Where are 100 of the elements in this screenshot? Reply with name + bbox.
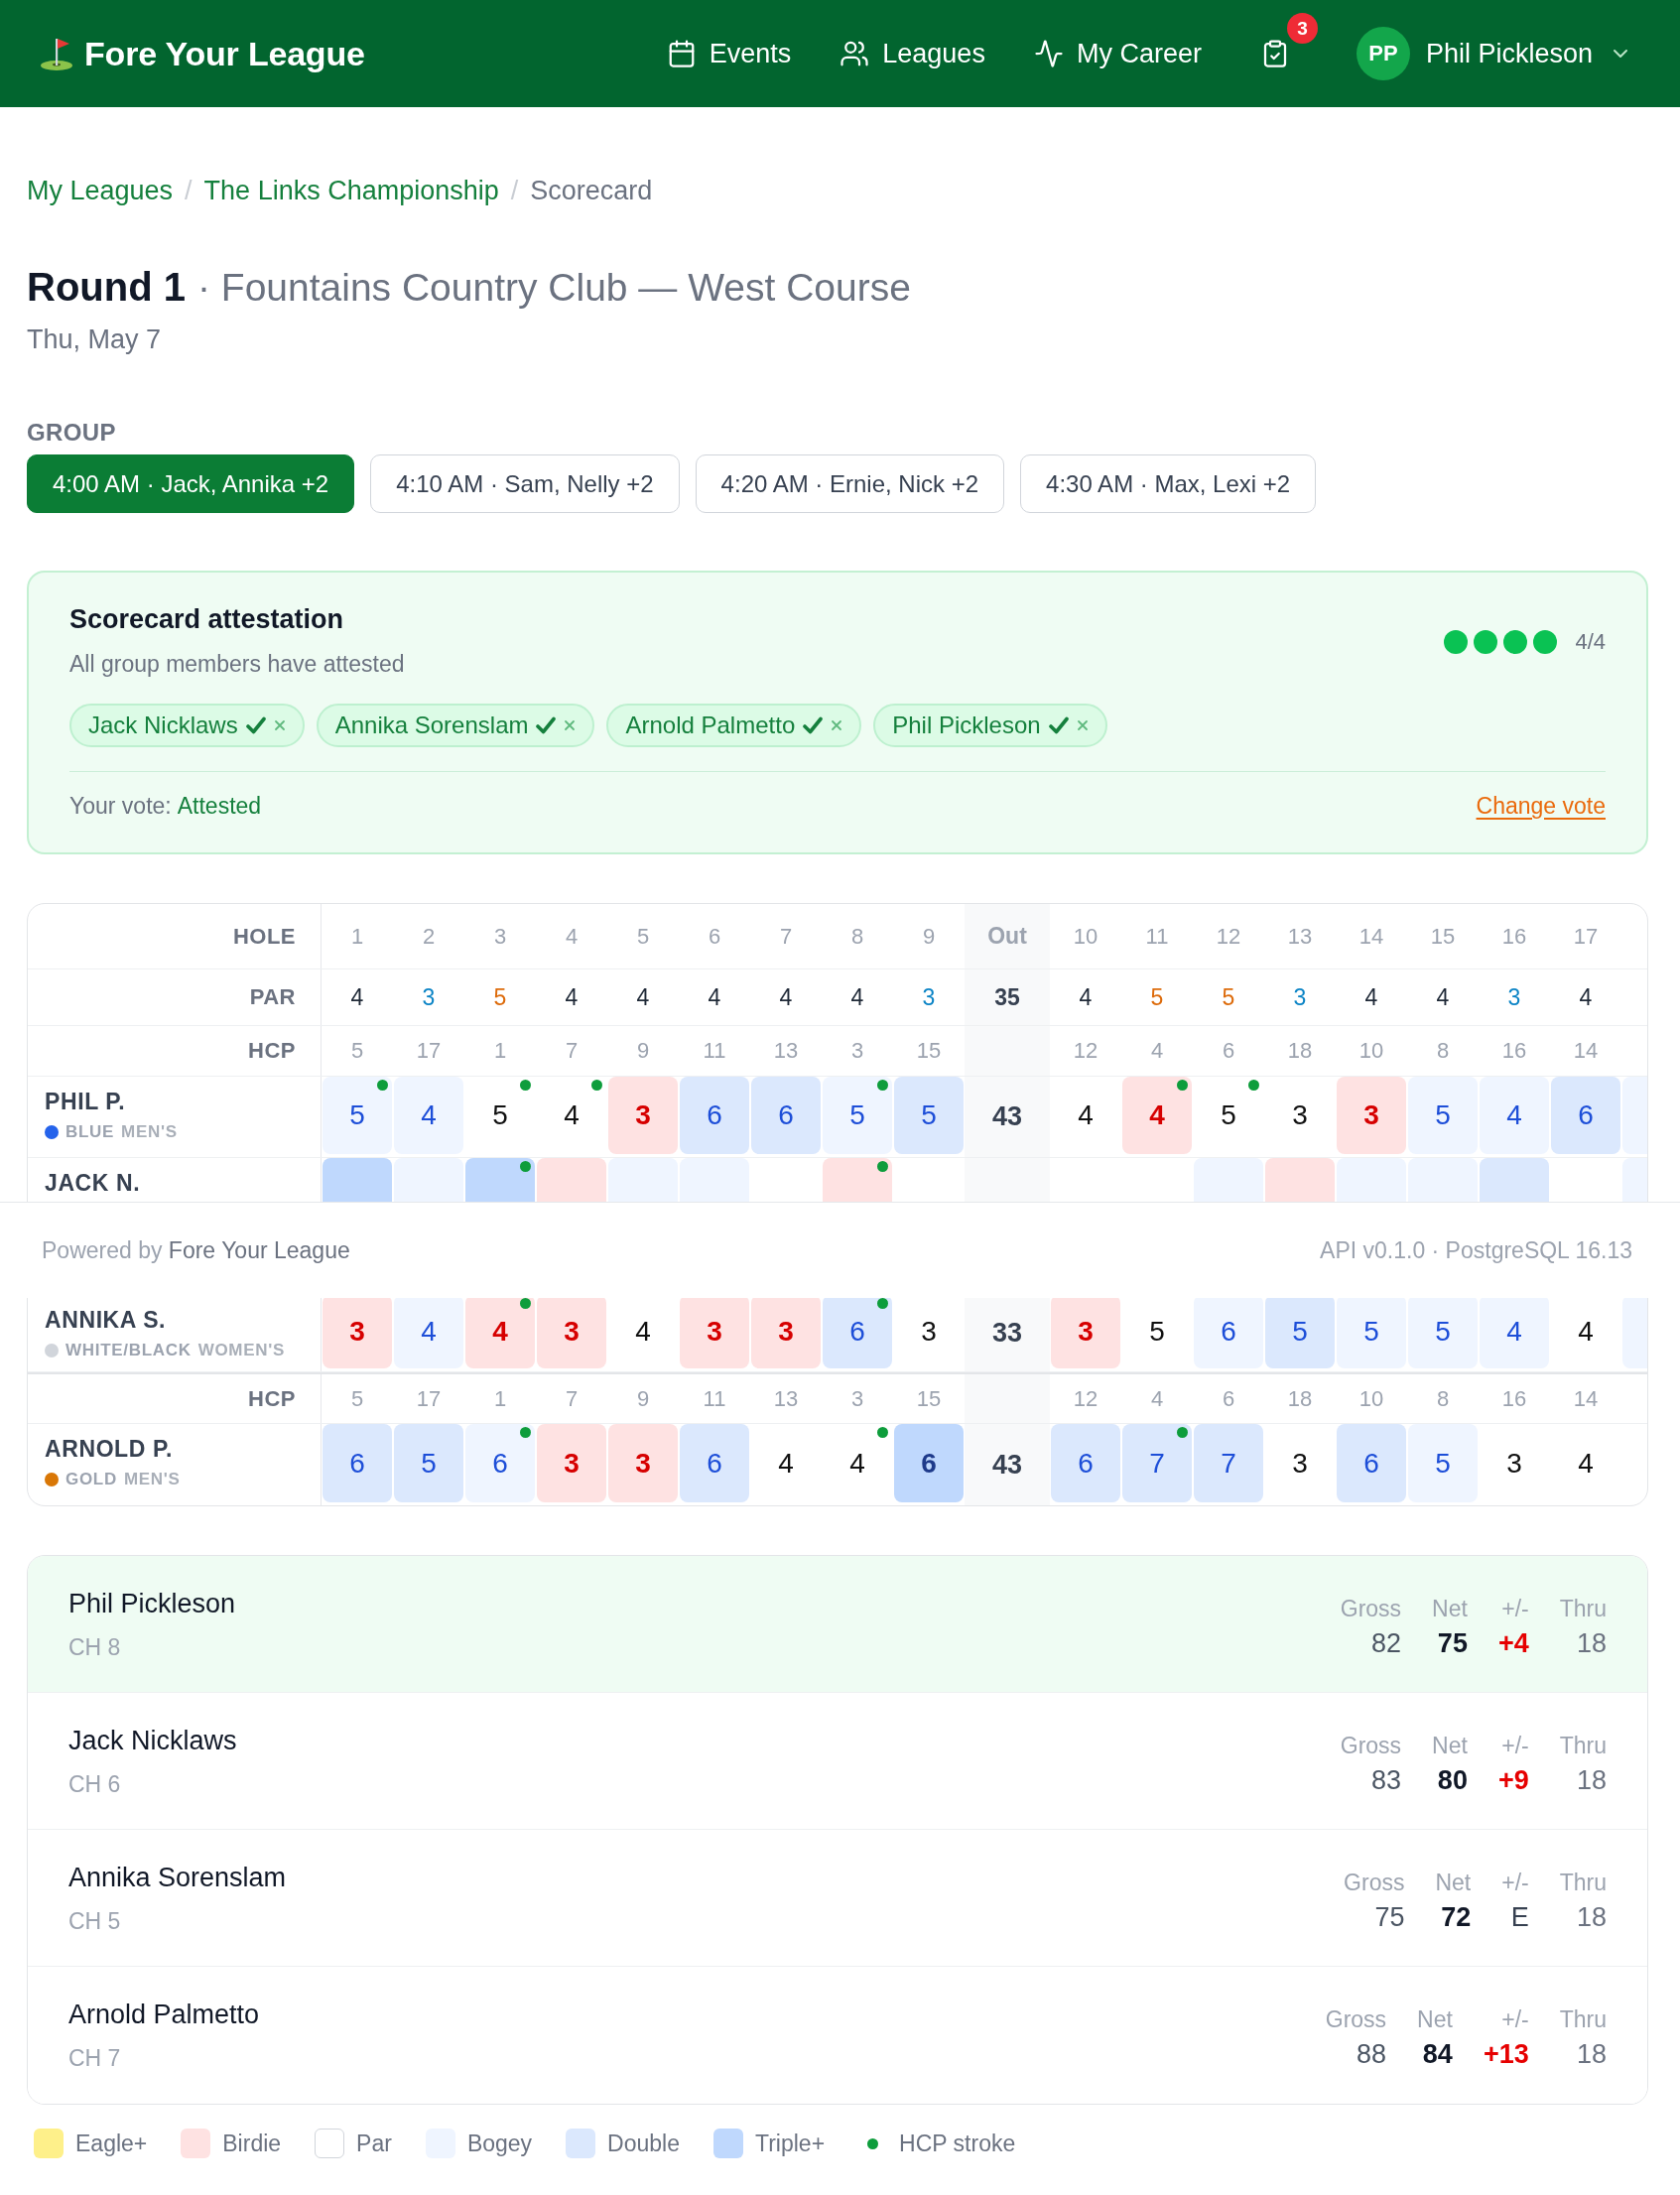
- hole-number: 3: [493, 923, 507, 950]
- score-value: 7: [1221, 1447, 1236, 1480]
- hole-number: 4: [565, 923, 579, 950]
- row-header: HCP: [248, 1385, 296, 1412]
- remove-icon[interactable]: [831, 719, 843, 731]
- remove-icon[interactable]: [564, 719, 577, 731]
- stat-value: +13: [1483, 2039, 1529, 2069]
- round-title: Round 1: [27, 264, 186, 311]
- score-value: 3: [635, 1099, 651, 1131]
- hole-number: 6: [708, 923, 721, 950]
- score-value: 3: [564, 1316, 580, 1348]
- score-value: 5: [492, 1099, 508, 1131]
- row-header: PAR: [249, 984, 296, 1010]
- tee-gender: MEN'S: [121, 1122, 178, 1142]
- stat-value: 75: [1437, 1627, 1468, 1658]
- hole-number: 1: [350, 923, 364, 950]
- nav-link[interactable]: My Career: [1033, 38, 1202, 69]
- legend-label: Par: [356, 2130, 392, 2157]
- score-value: 4: [1578, 1316, 1594, 1348]
- legend-label: Double: [607, 2130, 680, 2157]
- hcp-value: 7: [565, 1385, 579, 1412]
- score-value: 6: [707, 1447, 722, 1480]
- hcp-value: 13: [773, 1038, 799, 1064]
- par-value: 4: [1579, 983, 1593, 1011]
- total-cell: 43: [965, 1424, 1050, 1505]
- player-summary-row[interactable]: Phil Pickleson CH 8 Gross 82 Net 75 +/- +4 Thru 18: [28, 1556, 1647, 1693]
- player-name: PHIL P.: [45, 1089, 126, 1114]
- nav-link[interactable]: Events: [666, 38, 792, 69]
- breadcrumb-separator: /: [185, 175, 193, 207]
- score-value: 3: [1292, 1099, 1308, 1131]
- stat-value: 18: [1576, 2039, 1607, 2069]
- hole-number: 7: [779, 923, 793, 950]
- stat-value: 18: [1576, 1764, 1607, 1795]
- stat-value: E: [1510, 1901, 1529, 1932]
- hcp-value: 10: [1358, 1385, 1384, 1412]
- stat-value: +9: [1497, 1764, 1529, 1795]
- stat-value: 18: [1576, 1901, 1607, 1932]
- row-header: HCP: [248, 1038, 296, 1064]
- score-value: 4: [1078, 1099, 1094, 1131]
- player-full-name: Phil Pickleson: [68, 1587, 236, 1619]
- score-value: 3: [349, 1316, 365, 1348]
- hole-number: 5: [636, 923, 650, 950]
- stat-value: 80: [1437, 1764, 1468, 1795]
- score-value: 7: [1149, 1447, 1165, 1480]
- hcp-value: 5: [350, 1038, 364, 1064]
- score-value: 5: [421, 1447, 437, 1480]
- breadcrumb-current[interactable]: Scorecard: [530, 174, 653, 207]
- tee-name: BLUE: [65, 1122, 115, 1142]
- score-value: 6: [707, 1099, 722, 1131]
- stat-label: Thru: [1559, 1868, 1607, 1896]
- stat-label: +/-: [1501, 2005, 1529, 2033]
- par-value: 3: [922, 983, 936, 1011]
- hcp-value: 9: [636, 1385, 650, 1412]
- user-menu-button[interactable]: PP Phil Pickleson: [1356, 27, 1632, 80]
- score-value: 3: [1292, 1447, 1308, 1480]
- par-value: 4: [779, 983, 793, 1011]
- member-name: Jack Nicklaws: [88, 711, 238, 739]
- score-value: 5: [1435, 1099, 1451, 1131]
- attestation-count: 4/4: [1575, 628, 1606, 655]
- hcp-value: 12: [1073, 1385, 1098, 1412]
- group-tab[interactable]: 4:00 AM · Jack, Annika +2: [27, 454, 355, 513]
- score-value: 3: [707, 1316, 722, 1348]
- breadcrumb-link[interactable]: My Leagues: [27, 174, 174, 207]
- group-tab[interactable]: 4:10 AM · Sam, Nelly +2: [370, 454, 680, 513]
- hcp-value: 9: [636, 1038, 650, 1064]
- score-value: 5: [1435, 1316, 1451, 1348]
- par-value: 4: [708, 983, 721, 1011]
- remove-icon[interactable]: [273, 719, 286, 731]
- stat-value: 72: [1441, 1901, 1472, 1932]
- hcp-value: 7: [565, 1038, 579, 1064]
- score-value: 3: [1363, 1099, 1379, 1131]
- player-name: JACK N.: [45, 1170, 141, 1196]
- score-value: 6: [492, 1447, 508, 1480]
- stat-label: Net: [1432, 1594, 1468, 1622]
- tee-name: WHITE/BLACK: [65, 1341, 192, 1360]
- hole-number: 13: [1287, 923, 1313, 950]
- home-link[interactable]: Fore Your League: [40, 34, 365, 73]
- score-value: 6: [1221, 1316, 1236, 1348]
- legend-label: Birdie: [222, 2130, 282, 2157]
- breadcrumb-link[interactable]: The Links Championship: [203, 174, 499, 207]
- group-tab[interactable]: 4:30 AM · Max, Lexi +2: [1020, 454, 1317, 513]
- hole-number: 11: [1145, 923, 1169, 950]
- score-value: 4: [421, 1316, 437, 1348]
- hcp-value: 14: [1573, 1385, 1599, 1412]
- score-value: 5: [921, 1099, 937, 1131]
- hcp-value: 10: [1358, 1038, 1384, 1064]
- remove-icon[interactable]: [1076, 719, 1089, 731]
- hcp-value: 1: [493, 1038, 507, 1064]
- stat-label: Thru: [1559, 1594, 1607, 1622]
- legend-label: Bogey: [466, 2130, 533, 2157]
- group-tab[interactable]: 4:20 AM · Ernie, Nick +2: [695, 454, 1005, 513]
- score-value: 3: [564, 1447, 580, 1480]
- par-value: 3: [1507, 983, 1521, 1011]
- hcp-value: 6: [1222, 1385, 1235, 1412]
- section-label: GROUP: [27, 418, 117, 448]
- nav-link[interactable]: Leagues: [840, 38, 985, 69]
- attestation-status: All group members have attested: [69, 650, 405, 679]
- total-column-header: Out: [965, 904, 1050, 968]
- score-value: 5: [1221, 1099, 1236, 1131]
- score-value: 4: [1149, 1099, 1165, 1131]
